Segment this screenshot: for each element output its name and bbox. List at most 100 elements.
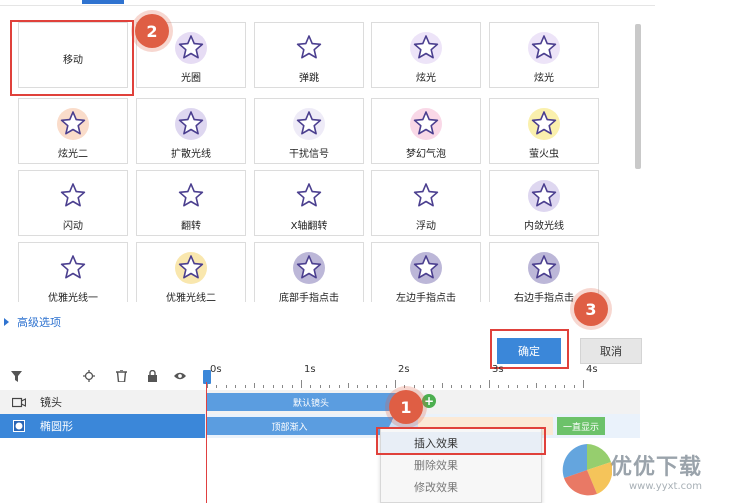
- active-tab-indicator[interactable]: [82, 0, 124, 4]
- effect-tile[interactable]: 优雅光线一: [18, 242, 128, 302]
- ruler-minor-tick: [507, 385, 509, 388]
- effect-label: 底部手指点击: [279, 293, 339, 302]
- ruler-minor-tick: [573, 385, 575, 388]
- effect-bar-default-camera[interactable]: 默认镜头: [207, 393, 415, 411]
- eye-icon[interactable]: [174, 370, 186, 382]
- step-badge-2: 2: [135, 14, 169, 48]
- ruler-minor-tick: [216, 385, 218, 388]
- ruler-minor-tick: [385, 385, 387, 388]
- ruler-minor-tick: [498, 385, 500, 388]
- effect-tile[interactable]: 浮动: [371, 170, 481, 236]
- effect-label: 干扰信号: [289, 149, 329, 160]
- effect-label: 翻转: [181, 221, 201, 232]
- star-flare-orange-icon: [19, 105, 127, 143]
- callout-box-insert: [376, 427, 546, 455]
- step-badge-1: 1: [389, 390, 423, 424]
- track-name: 椭圆形: [40, 420, 73, 433]
- filter-icon[interactable]: [10, 370, 22, 382]
- effect-tile[interactable]: X轴翻转: [254, 170, 364, 236]
- ruler-minor-tick: [348, 383, 349, 388]
- watermark-logo-icon: [562, 444, 612, 496]
- star-bounce-icon: [255, 29, 363, 67]
- ruler-minor-tick: [564, 385, 566, 388]
- ruler-minor-tick: [404, 385, 406, 388]
- ruler-major-tick: [301, 380, 302, 388]
- effect-label: 梦幻气泡: [406, 149, 446, 160]
- ruler-minor-tick: [526, 385, 528, 388]
- effect-tile[interactable]: 左边手指点击: [371, 242, 481, 302]
- track-header-ellipse[interactable]: 椭圆形: [0, 414, 205, 438]
- effect-tile[interactable]: 扩散光线: [136, 98, 246, 164]
- ruler-major-tick: [395, 380, 396, 388]
- ruler-minor-tick: [272, 385, 274, 388]
- advanced-options[interactable]: 高级选项: [4, 314, 61, 330]
- effect-label: 左边手指点击: [396, 293, 456, 302]
- timeline-ruler[interactable]: 0s 1s 2s 3s 4s: [205, 364, 638, 388]
- effect-tile[interactable]: 内敛光线: [489, 170, 599, 236]
- ruler-minor-tick: [263, 385, 265, 388]
- star-finger-bottom-icon: [255, 249, 363, 287]
- ruler-minor-tick: [554, 385, 556, 388]
- ruler-label: 0s: [210, 364, 222, 375]
- effect-tile[interactable]: 梦幻气泡: [371, 98, 481, 164]
- effect-label: 炫光二: [58, 149, 88, 160]
- lock-icon[interactable]: [146, 370, 158, 382]
- ruler-minor-tick: [291, 385, 293, 388]
- effect-bar-enter-top[interactable]: 顶部渐入: [207, 417, 372, 435]
- ruler-minor-tick: [442, 383, 443, 388]
- effect-tile[interactable]: 萤火虫: [489, 98, 599, 164]
- playhead-handle[interactable]: [203, 370, 211, 384]
- effect-tile[interactable]: 底部手指点击: [254, 242, 364, 302]
- effect-label: 弹跳: [299, 73, 319, 84]
- ruler-minor-tick: [225, 385, 227, 388]
- effect-tile[interactable]: 炫光二: [18, 98, 128, 164]
- effect-label: 扩散光线: [171, 149, 211, 160]
- ruler-minor-tick: [432, 385, 434, 388]
- effect-label: 优雅光线二: [166, 293, 216, 302]
- ruler-label: 4s: [586, 364, 598, 375]
- effects-scrollbar[interactable]: [635, 24, 641, 169]
- star-elegant-color-icon: [137, 249, 245, 287]
- effect-tile[interactable]: 弹跳: [254, 22, 364, 88]
- effect-tile[interactable]: 翻转: [136, 170, 246, 236]
- star-elegant-icon: [19, 249, 127, 287]
- ruler-minor-tick: [460, 385, 462, 388]
- effect-label: 炫光: [416, 73, 436, 84]
- ruler-label: 3s: [492, 364, 504, 375]
- ruler-label: 2s: [398, 364, 410, 375]
- top-strip: [0, 0, 655, 6]
- add-effect-icon[interactable]: +: [422, 394, 436, 408]
- effect-label: 闪动: [63, 221, 83, 232]
- ruler-minor-tick: [244, 385, 246, 388]
- effect-tile[interactable]: 干扰信号: [254, 98, 364, 164]
- ruler-minor-tick: [310, 385, 312, 388]
- trash-icon[interactable]: [115, 370, 127, 382]
- playhead-line: [206, 382, 207, 503]
- effect-label: 浮动: [416, 221, 436, 232]
- ruler-minor-tick: [545, 385, 547, 388]
- cancel-button[interactable]: 取消: [580, 338, 642, 364]
- effect-label: 炫光: [534, 73, 554, 84]
- advanced-options-label: 高级选项: [17, 316, 61, 329]
- expand-triangle-icon: [4, 318, 9, 326]
- callout-box-move: [10, 20, 134, 96]
- ruler-minor-tick: [319, 385, 321, 388]
- track-header-camera[interactable]: 镜头: [0, 390, 205, 414]
- effect-tile[interactable]: 闪动: [18, 170, 128, 236]
- menu-item-edit-effect[interactable]: 修改效果: [381, 476, 541, 498]
- star-flip-icon: [137, 177, 245, 215]
- ruler-label: 1s: [304, 364, 316, 375]
- ruler-minor-tick: [329, 385, 331, 388]
- ruler-minor-tick: [357, 385, 359, 388]
- effect-bar-always-show[interactable]: 一直显示: [557, 417, 605, 435]
- effect-label: 内敛光线: [524, 221, 564, 232]
- effect-tile[interactable]: 炫光: [371, 22, 481, 88]
- locate-icon[interactable]: [83, 370, 95, 382]
- star-flare-icon: [490, 29, 598, 67]
- effect-tile[interactable]: 炫光: [489, 22, 599, 88]
- star-flash-icon: [19, 177, 127, 215]
- menu-item-delete-effect[interactable]: 删除效果: [381, 454, 541, 476]
- watermark: 优优下载 www.yyxt.com: [560, 440, 733, 500]
- effect-tile[interactable]: 优雅光线二: [136, 242, 246, 302]
- track-row-camera[interactable]: 镜头 默认镜头: [0, 390, 640, 414]
